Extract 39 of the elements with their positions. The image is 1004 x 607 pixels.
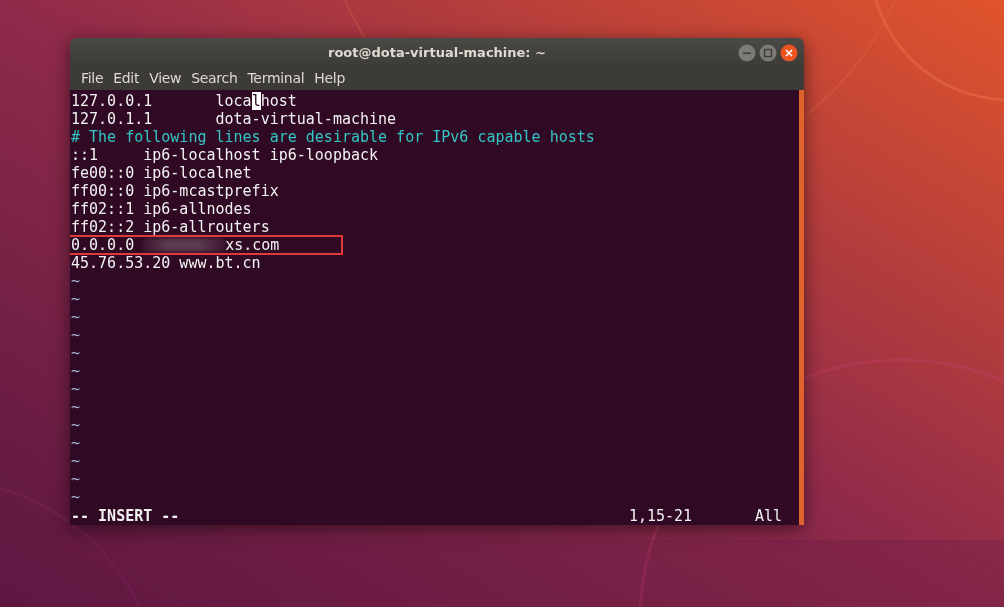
text-cursor: l (251, 92, 261, 110)
empty-line-tilde: ~ (71, 434, 81, 452)
close-icon[interactable] (780, 44, 798, 62)
comment-line: # The following lines are desirable for IPv6 capable hosts (71, 128, 595, 146)
line-text: fe00::0 ip6-localnet (71, 164, 252, 182)
empty-line-tilde: ~ (71, 290, 81, 308)
menu-item[interactable]: Search (186, 70, 243, 87)
empty-line-tilde: ~ (71, 308, 81, 326)
minimize-icon[interactable] (738, 44, 756, 62)
line-text: xs.com (225, 236, 280, 254)
empty-line-tilde: ~ (71, 362, 81, 380)
line-text: ::1 ip6-localhost ip6-loopback (71, 146, 379, 164)
menu-item[interactable]: Edit (108, 70, 145, 87)
empty-line-tilde: ~ (71, 488, 81, 506)
empty-line-tilde: ~ (71, 470, 81, 488)
line-text: ff00::0 ip6-mcastprefix (71, 182, 279, 200)
line-text: ff02::2 ip6-allrouters (71, 218, 270, 236)
empty-line-tilde: ~ (71, 344, 81, 362)
empty-line-tilde: ~ (71, 326, 81, 344)
scrollbar[interactable] (799, 90, 804, 525)
window-title: root@dota-virtual-machine: ~ (328, 44, 546, 60)
menu-item[interactable]: Help (309, 70, 350, 87)
line-text: 127.0.1.1 dota-virtual-machine (71, 110, 397, 128)
menu-item[interactable]: File (76, 70, 109, 87)
mode-indicator: -- INSERT -- (71, 507, 181, 525)
menu-item[interactable]: Terminal (242, 70, 310, 87)
line-text: 45.76.53.20 www.bt.cn (71, 254, 261, 272)
empty-line-tilde: ~ (71, 452, 81, 470)
empty-line-tilde: ~ (71, 380, 81, 398)
empty-line-tilde: ~ (71, 416, 81, 434)
empty-line-tilde: ~ (71, 272, 81, 290)
line-text: host (260, 92, 297, 110)
empty-line-tilde: ~ (71, 398, 81, 416)
line-text: 0.0.0.0 (71, 236, 135, 254)
line-text: 127.0.0.1 loca (71, 92, 252, 110)
cursor-position: 1,15-21 (628, 507, 694, 525)
scroll-position: All (754, 507, 782, 525)
line-text: ff02::1 ip6-allnodes (71, 200, 252, 218)
menu-item[interactable]: View (144, 70, 187, 87)
